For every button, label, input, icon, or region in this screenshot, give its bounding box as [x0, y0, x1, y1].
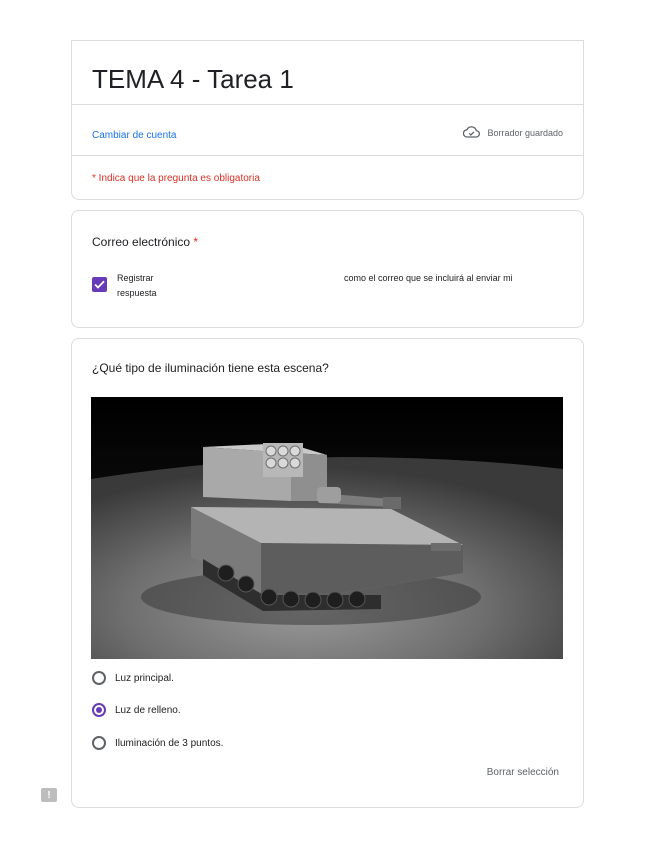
checkbox-label-end: como el correo que se incluirá al enviar… [344, 273, 513, 283]
form-title: TEMA 4 - Tarea 1 [92, 64, 294, 94]
switch-account-link[interactable]: Cambiar de cuenta [92, 130, 177, 141]
required-note: * Indica que la pregunta es obligatoria [92, 173, 260, 184]
divider [72, 155, 583, 156]
option-main-light[interactable]: Luz principal. [92, 671, 174, 685]
checkbox-label-start: Registrar respuesta [117, 273, 157, 298]
form-header-card: TEMA 4 - Tarea 1 Cambiar de cuenta Borra… [71, 40, 584, 200]
check-icon [94, 280, 105, 289]
draft-status-label: Borrador guardado [487, 128, 563, 138]
divider [72, 104, 583, 105]
option-label: Luz de relleno. [115, 704, 181, 716]
required-star: * [193, 235, 199, 249]
question-title: ¿Qué tipo de iluminación tiene esta esce… [92, 361, 329, 375]
report-icon[interactable]: ! [41, 788, 57, 802]
email-question-card: Correo electrónico * Registrar respuesta… [71, 210, 584, 328]
tank-render-image [91, 397, 563, 659]
option-three-point[interactable]: Iluminación de 3 puntos. [92, 736, 223, 750]
email-question-label: Correo electrónico [92, 235, 191, 249]
record-email-checkbox[interactable] [92, 277, 107, 292]
option-fill-light[interactable]: Luz de relleno. [92, 703, 181, 717]
card-top-border [71, 40, 584, 41]
radio-unchecked-icon[interactable] [92, 736, 106, 750]
option-label: Luz principal. [115, 672, 174, 684]
clear-selection-button[interactable]: Borrar selección [487, 767, 559, 778]
draft-status: Borrador guardado [463, 126, 563, 140]
cloud-check-icon [463, 126, 481, 140]
radio-checked-icon[interactable] [92, 703, 106, 717]
lighting-question-card: ¿Qué tipo de iluminación tiene esta esce… [71, 338, 584, 808]
option-label: Iluminación de 3 puntos. [115, 737, 224, 749]
radio-unchecked-icon[interactable] [92, 671, 106, 685]
email-question-title: Correo electrónico * [92, 235, 198, 249]
